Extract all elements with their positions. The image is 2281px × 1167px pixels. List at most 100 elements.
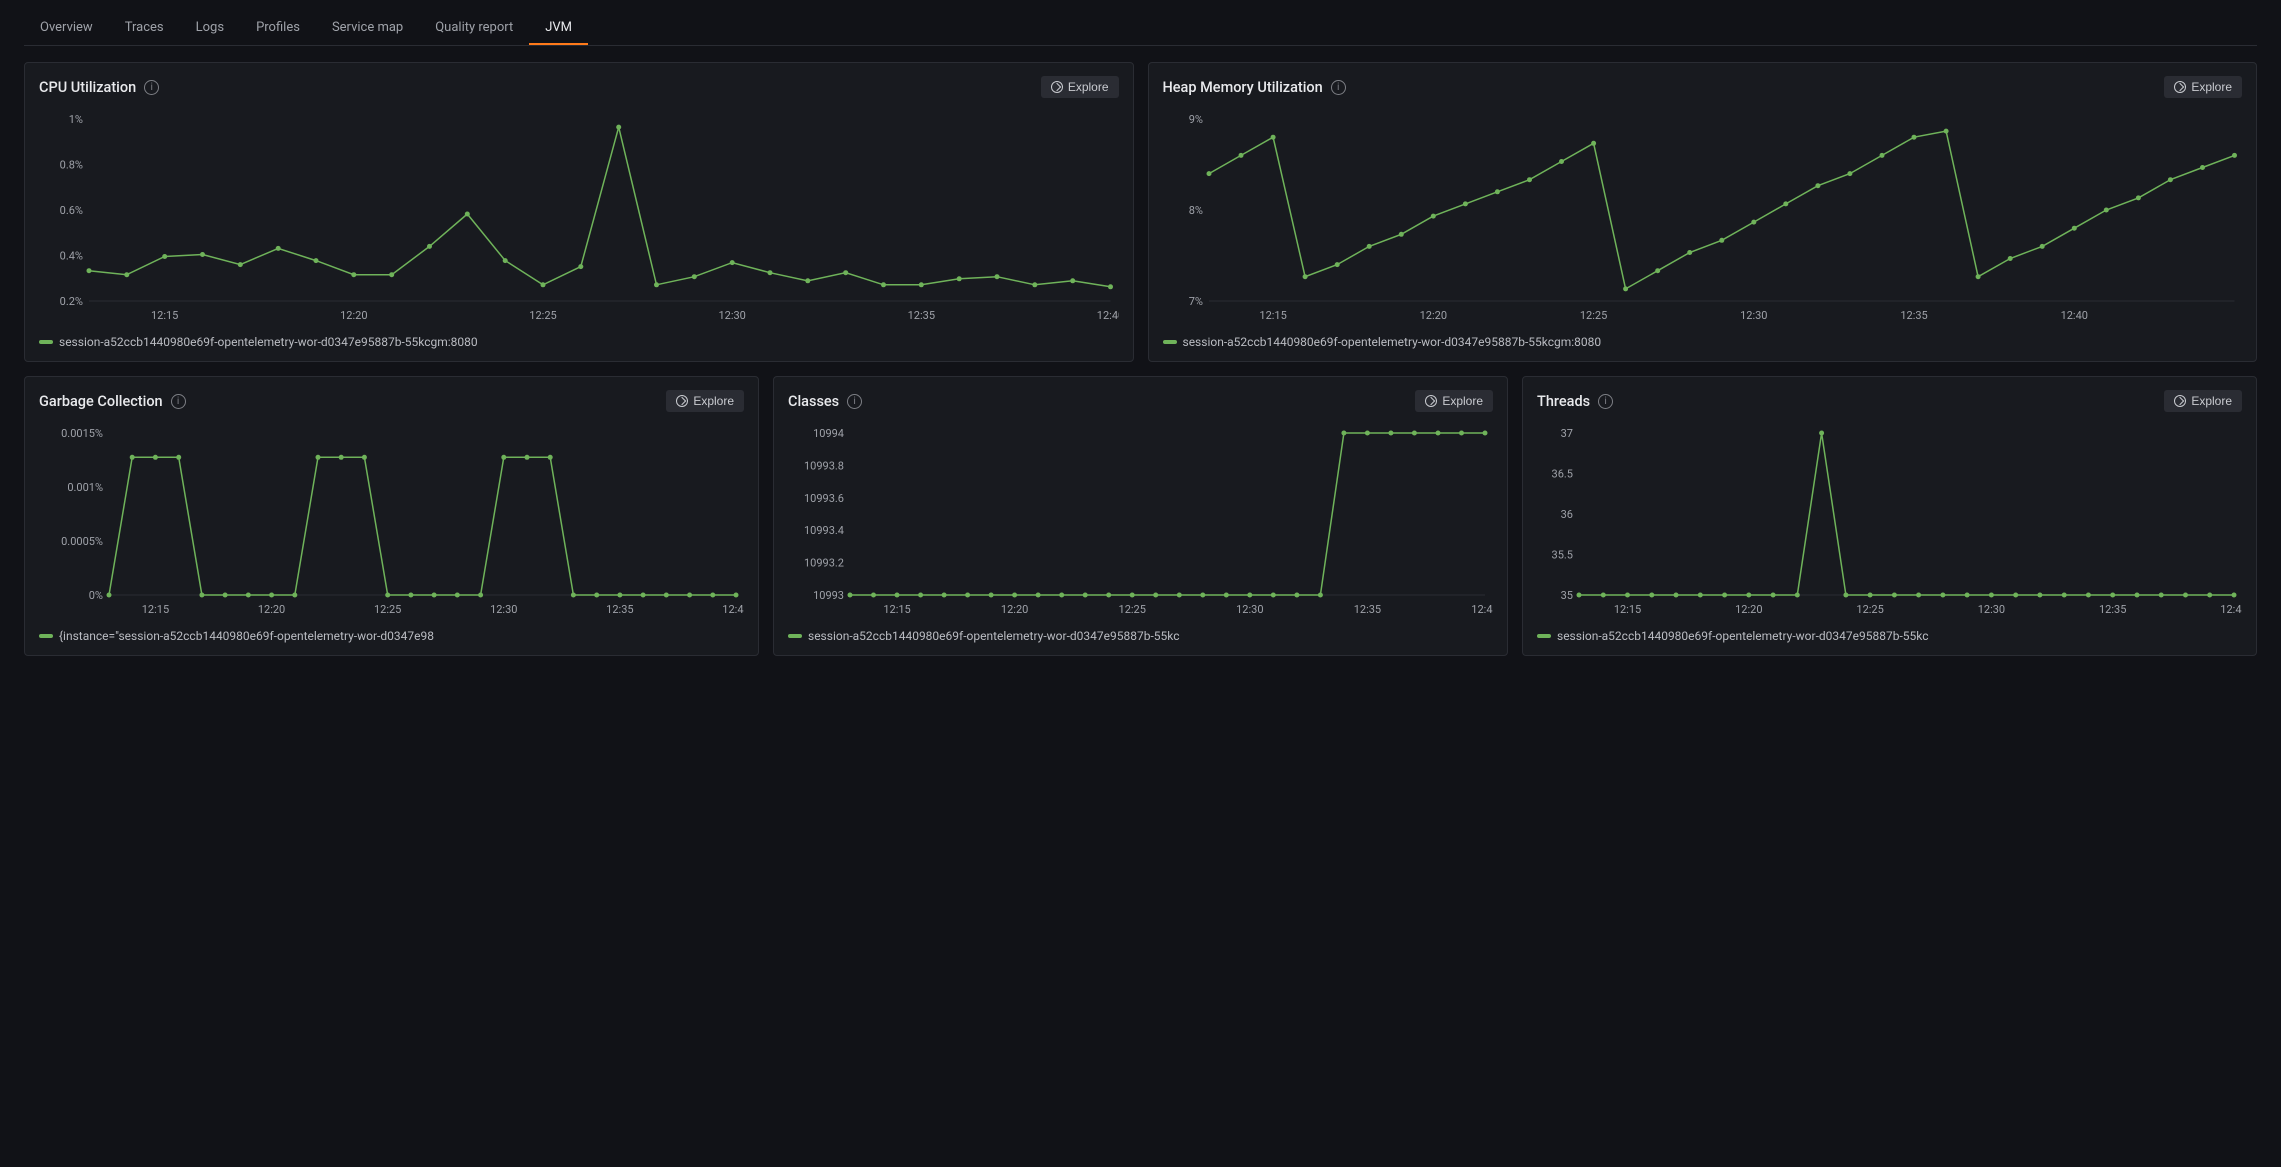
info-icon[interactable]: i	[144, 80, 159, 95]
svg-text:12:15: 12:15	[1259, 309, 1286, 322]
tab-jvm[interactable]: JVM	[529, 12, 588, 45]
legend[interactable]: session-a52ccb1440980e69f-opentelemetry-…	[1537, 629, 2242, 643]
svg-text:12:40: 12:40	[722, 603, 744, 616]
legend-swatch	[1537, 634, 1551, 638]
svg-text:12:25: 12:25	[1579, 309, 1606, 322]
compass-icon	[1425, 395, 1437, 407]
compass-icon	[1051, 81, 1063, 93]
svg-text:12:25: 12:25	[1856, 603, 1883, 616]
card-gc: Garbage Collection i Explore 0% 0.0005% 0.…	[24, 376, 759, 656]
svg-text:12:30: 12:30	[718, 309, 745, 322]
svg-text:0.4%: 0.4%	[60, 250, 83, 263]
tab-profiles[interactable]: Profiles	[240, 12, 316, 45]
card-title: Classes	[788, 393, 839, 410]
info-icon[interactable]: i	[1331, 80, 1346, 95]
card-title: CPU Utilization	[39, 79, 136, 96]
svg-text:12:20: 12:20	[1735, 603, 1762, 616]
svg-text:12:35: 12:35	[908, 309, 935, 322]
tab-quality-report[interactable]: Quality report	[419, 12, 529, 45]
tab-service-map[interactable]: Service map	[316, 12, 419, 45]
legend[interactable]: session-a52ccb1440980e69f-opentelemetry-…	[1163, 335, 2243, 349]
legend-label: {instance="session-a52ccb1440980e69f-ope…	[59, 629, 434, 643]
svg-text:0.0005%: 0.0005%	[61, 535, 103, 548]
svg-text:12:30: 12:30	[1236, 603, 1263, 616]
legend[interactable]: {instance="session-a52ccb1440980e69f-ope…	[39, 629, 744, 643]
explore-button[interactable]: Explore	[666, 390, 744, 412]
svg-text:12:25: 12:25	[374, 603, 401, 616]
svg-text:12:30: 12:30	[490, 603, 517, 616]
svg-text:36: 36	[1561, 508, 1573, 521]
classes-chart: 1099310993.210993.410993.610993.81099412…	[788, 419, 1493, 619]
svg-text:9%: 9%	[1188, 113, 1202, 126]
compass-icon	[2174, 81, 2186, 93]
info-icon[interactable]: i	[1598, 394, 1613, 409]
compass-icon	[676, 395, 688, 407]
legend-swatch	[788, 634, 802, 638]
explore-button[interactable]: Explore	[2164, 76, 2242, 98]
card-title: Heap Memory Utilization	[1163, 79, 1323, 96]
explore-label: Explore	[2191, 394, 2232, 408]
svg-text:12:35: 12:35	[1900, 309, 1927, 322]
svg-text:35: 35	[1561, 589, 1573, 602]
svg-text:35.5: 35.5	[1552, 549, 1573, 562]
svg-text:12:30: 12:30	[1740, 309, 1767, 322]
svg-text:10993.2: 10993.2	[804, 557, 844, 570]
svg-text:0.6%: 0.6%	[60, 204, 83, 217]
card-heap: Heap Memory Utilization i Explore 7% 8% 9%…	[1148, 62, 2258, 362]
svg-text:12:40: 12:40	[1471, 603, 1493, 616]
svg-text:12:20: 12:20	[1001, 603, 1028, 616]
explore-button[interactable]: Explore	[1041, 76, 1119, 98]
svg-text:10993.4: 10993.4	[804, 524, 844, 537]
svg-text:1%: 1%	[69, 113, 83, 126]
legend-swatch	[1163, 340, 1177, 344]
svg-text:36.5: 36.5	[1552, 468, 1573, 481]
card-title: Garbage Collection	[39, 393, 163, 410]
info-icon[interactable]: i	[171, 394, 186, 409]
explore-label: Explore	[1068, 80, 1109, 94]
svg-text:12:40: 12:40	[2220, 603, 2242, 616]
svg-text:0%: 0%	[89, 589, 103, 602]
explore-button[interactable]: Explore	[2164, 390, 2242, 412]
svg-text:12:35: 12:35	[2099, 603, 2126, 616]
svg-text:10993.8: 10993.8	[804, 459, 844, 472]
legend[interactable]: session-a52ccb1440980e69f-opentelemetry-…	[788, 629, 1493, 643]
svg-text:8%: 8%	[1188, 204, 1202, 217]
svg-text:0.0015%: 0.0015%	[61, 427, 103, 440]
legend-swatch	[39, 340, 53, 344]
svg-text:0.8%: 0.8%	[60, 159, 83, 172]
svg-text:7%: 7%	[1188, 295, 1202, 308]
gc-chart: 0%0.0005%0.001%0.0015%12:1512:2012:2512:…	[39, 419, 744, 619]
tab-overview[interactable]: Overview	[24, 12, 109, 45]
explore-label: Explore	[2191, 80, 2232, 94]
explore-button[interactable]: Explore	[1415, 390, 1493, 412]
card-cpu: CPU Utilization i Explore 0.2%0.4%0.6%0.…	[24, 62, 1134, 362]
svg-text:10993: 10993	[813, 589, 844, 602]
svg-text:0.2%: 0.2%	[60, 295, 83, 308]
svg-text:12:30: 12:30	[1978, 603, 2005, 616]
svg-text:12:40: 12:40	[1097, 309, 1119, 322]
tab-bar: OverviewTracesLogsProfilesService mapQua…	[24, 12, 2257, 46]
svg-text:12:20: 12:20	[340, 309, 367, 322]
legend-swatch	[39, 634, 53, 638]
svg-text:12:25: 12:25	[1119, 603, 1146, 616]
cpu-chart: 0.2% 0.4% 0.6% 0.8% 1% 12:15 12:20 12:25 12:30 12…	[39, 105, 1119, 325]
svg-text:12:25: 12:25	[529, 309, 556, 322]
svg-text:37: 37	[1561, 427, 1573, 440]
card-threads: Threads i Explore 3535.53636.53712:1512:…	[1522, 376, 2257, 656]
threads-chart: 3535.53636.53712:1512:2012:2512:3012:351…	[1537, 419, 2242, 619]
svg-text:12:15: 12:15	[883, 603, 910, 616]
legend-label: session-a52ccb1440980e69f-opentelemetry-…	[1183, 335, 1602, 349]
legend[interactable]: session-a52ccb1440980e69f-opentelemetry-…	[39, 335, 1119, 349]
svg-text:12:15: 12:15	[151, 309, 178, 322]
tab-traces[interactable]: Traces	[109, 12, 180, 45]
tab-logs[interactable]: Logs	[180, 12, 240, 45]
svg-text:12:15: 12:15	[142, 603, 169, 616]
explore-label: Explore	[693, 394, 734, 408]
info-icon[interactable]: i	[847, 394, 862, 409]
explore-label: Explore	[1442, 394, 1483, 408]
compass-icon	[2174, 395, 2186, 407]
svg-text:12:35: 12:35	[1354, 603, 1381, 616]
svg-text:12:40: 12:40	[2060, 309, 2087, 322]
svg-text:12:35: 12:35	[606, 603, 633, 616]
legend-label: session-a52ccb1440980e69f-opentelemetry-…	[59, 335, 478, 349]
